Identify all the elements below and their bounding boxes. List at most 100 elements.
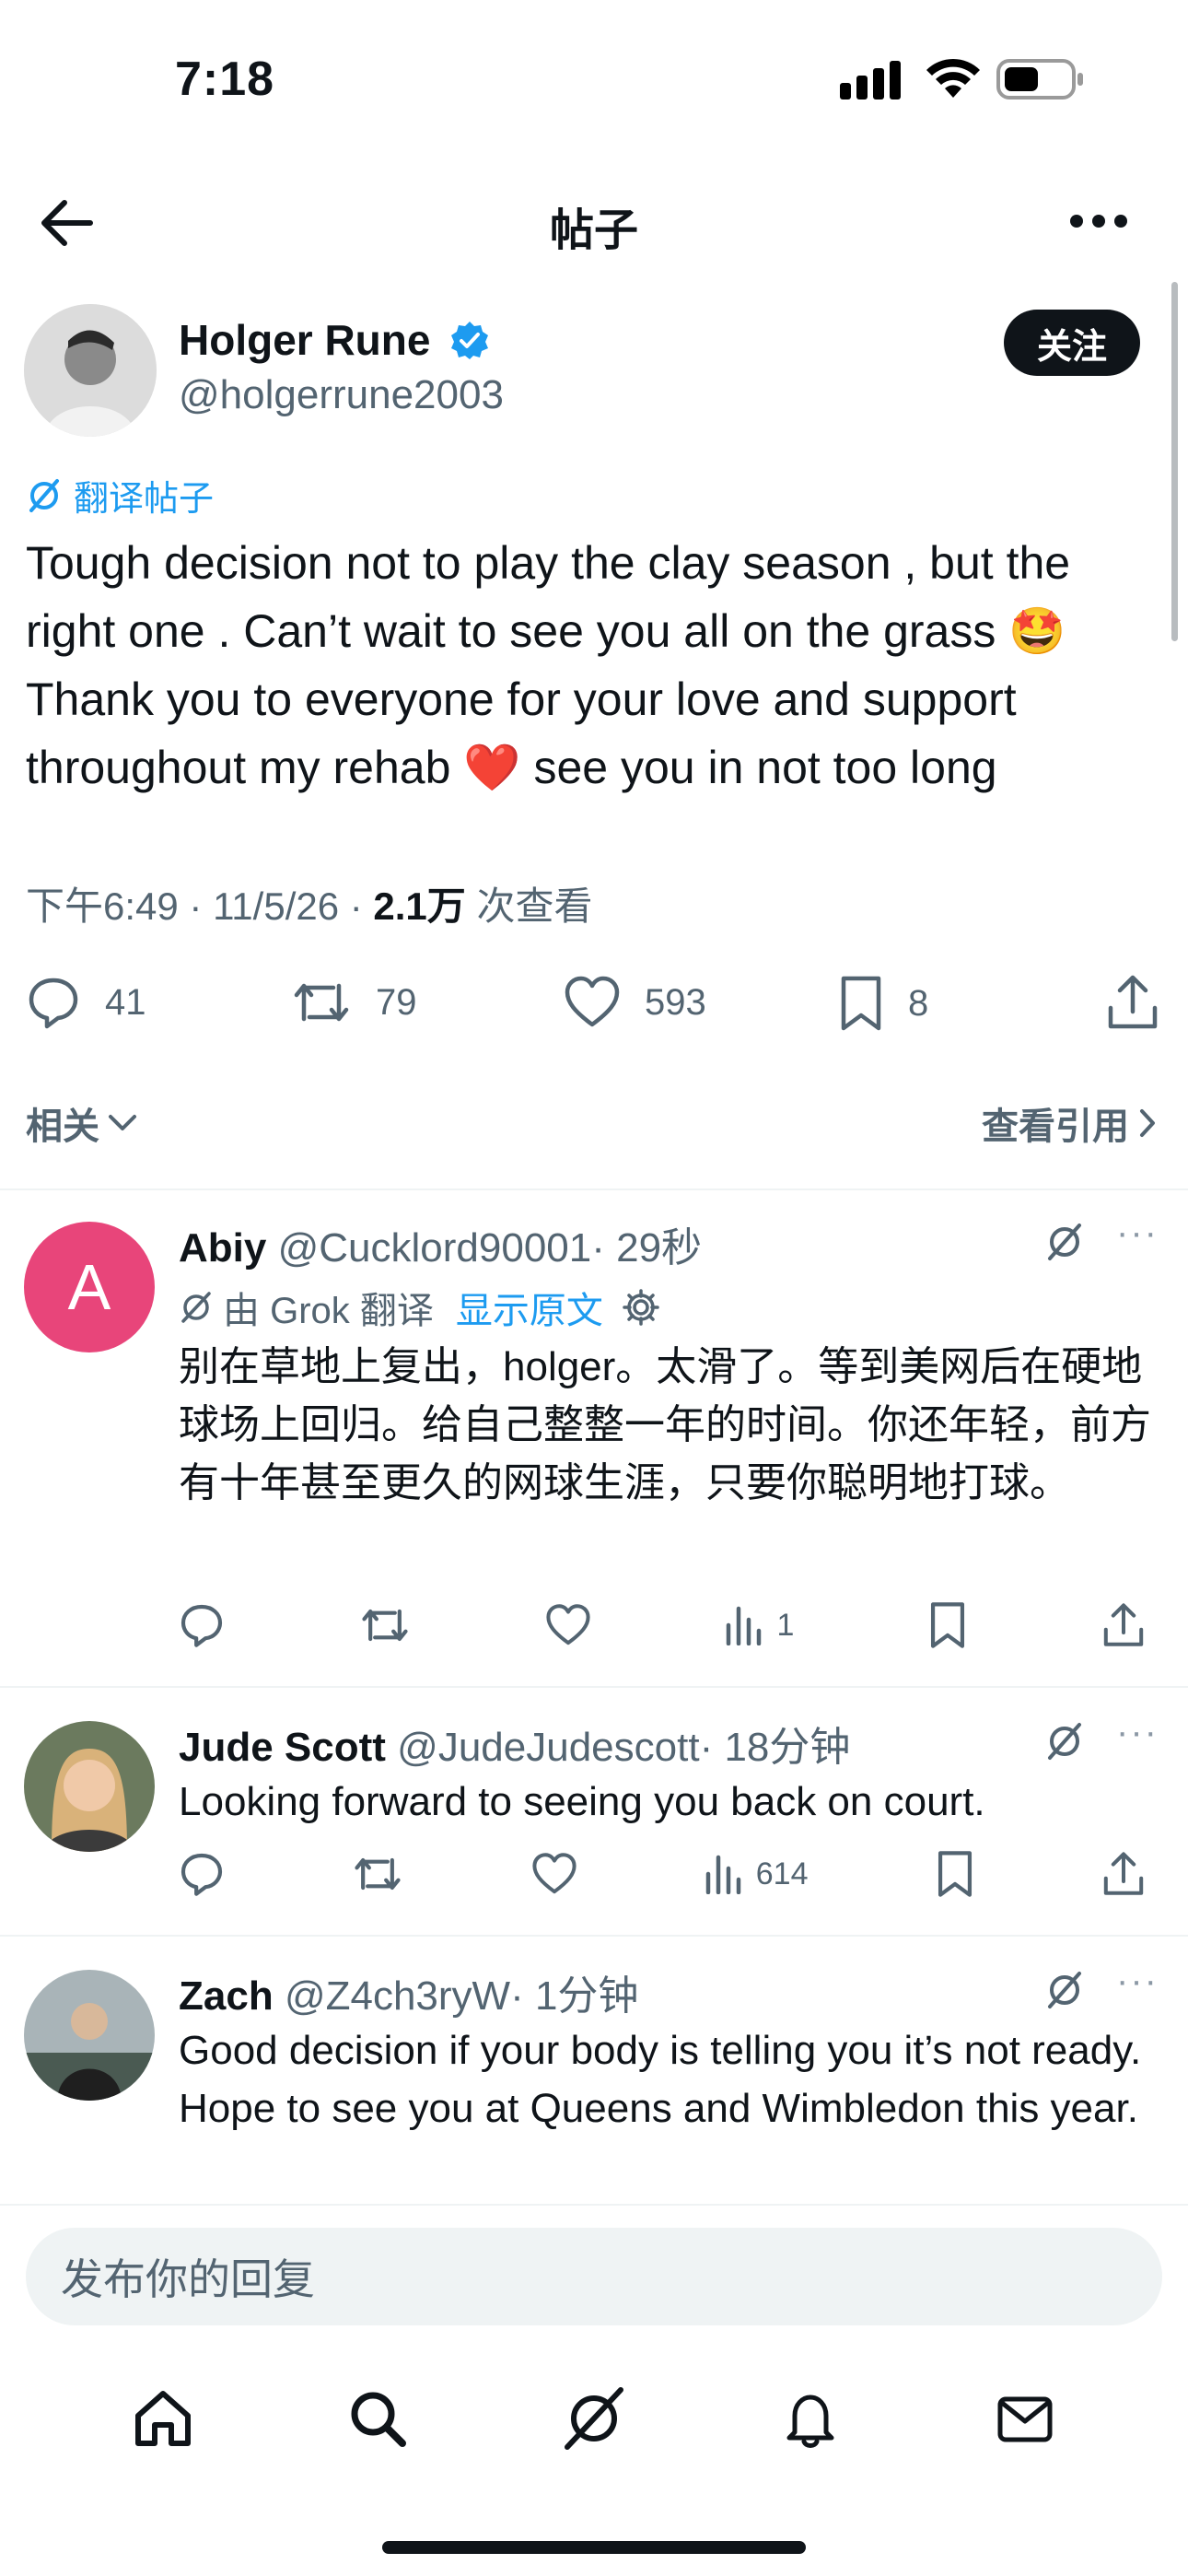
reply-header[interactable]: Jude Scott @JudeJudescott· 18分钟: [179, 1714, 850, 1773]
views-count: 614: [755, 1856, 809, 1891]
show-original-link[interactable]: 显示原文: [456, 1281, 603, 1334]
home-icon[interactable]: [131, 2386, 195, 2451]
heart-icon[interactable]: [531, 1852, 577, 1896]
repost-icon: [291, 975, 352, 1030]
reply-composer-input[interactable]: 发布你的回复: [26, 2228, 1162, 2325]
share-icon[interactable]: [1101, 1601, 1146, 1649]
post-views: 2.1万: [373, 884, 466, 928]
repost-icon[interactable]: [359, 1602, 411, 1648]
chevron-down-icon: [107, 1113, 138, 1133]
bookmark-icon[interactable]: [936, 1850, 974, 1898]
bottom-tab-bar: [0, 2377, 1188, 2460]
grok-icon[interactable]: [1044, 1970, 1085, 2010]
post-text: Tough decision not to play the clay seas…: [26, 537, 1071, 793]
grok-icon[interactable]: [1044, 1721, 1085, 1762]
reply-composer-placeholder[interactable]: 发布你的回复: [61, 2246, 315, 2307]
heart-icon[interactable]: [545, 1603, 591, 1647]
avatar-letter: A: [67, 1251, 111, 1323]
reply-author-handle[interactable]: @Cucklord90001: [278, 1225, 592, 1270]
reply-count: 41: [105, 981, 146, 1023]
translate-post-label[interactable]: 翻译帖子: [74, 470, 214, 521]
more-options-icon[interactable]: ···: [1116, 1212, 1159, 1254]
reply-header[interactable]: Abiy @Cucklord90001· 29秒: [179, 1214, 702, 1273]
reply-author-handle[interactable]: @JudeJudescott: [397, 1725, 699, 1770]
like-count: 593: [645, 981, 706, 1023]
views-chart-icon: [725, 1605, 763, 1645]
verified-badge-icon: [449, 320, 490, 360]
page-title: 帖子: [549, 206, 638, 255]
reply-author-name[interactable]: Abiy: [179, 1225, 266, 1270]
more-options-icon[interactable]: [1068, 212, 1129, 230]
view-quotes-link[interactable]: 查看引用: [982, 1096, 1157, 1150]
search-icon[interactable]: [345, 2386, 410, 2451]
reply-text: Looking forward to seeing you back on co…: [179, 1779, 985, 1824]
reply-text: 别在草地上复出，holger。太滑了。等到美网后在硬地球场上回归。给自己整整一年…: [179, 1344, 1151, 1505]
views-action[interactable]: 614: [705, 1854, 809, 1894]
post-time: 下午6:49 · 11/5/26 ·: [26, 884, 374, 928]
reply-icon[interactable]: [179, 1851, 225, 1897]
grok-icon[interactable]: [1044, 1222, 1085, 1262]
reply-icon[interactable]: [179, 1602, 225, 1648]
reply-avatar[interactable]: [24, 1970, 155, 2101]
wifi-icon: [925, 57, 982, 100]
views-count: 1: [776, 1607, 795, 1643]
bookmark-icon: [838, 975, 884, 1032]
views-chart-icon: [705, 1854, 743, 1894]
status-time: 7:18: [175, 53, 275, 106]
notifications-bell-icon[interactable]: [778, 2386, 843, 2451]
reply-time: · 29秒: [591, 1225, 703, 1270]
divider: [0, 1686, 1188, 1688]
translate-post-link[interactable]: 翻译帖子: [26, 470, 214, 521]
views-action[interactable]: 1: [725, 1605, 794, 1645]
repost-action[interactable]: 79: [291, 975, 417, 1030]
reply-header[interactable]: Zach @Z4ch3ryW· 1分钟: [179, 1962, 638, 2021]
reply-time: · 18分钟: [699, 1725, 851, 1770]
messages-mail-icon[interactable]: [993, 2386, 1057, 2451]
like-action[interactable]: 593: [564, 975, 706, 1030]
heart-icon: [564, 975, 621, 1030]
author-name-text[interactable]: Holger Rune: [179, 316, 430, 364]
grok-icon: [26, 477, 63, 514]
reply-author-name[interactable]: Zach: [179, 1973, 274, 2019]
related-label[interactable]: 相关: [26, 1096, 99, 1150]
related-dropdown[interactable]: 相关: [26, 1096, 138, 1150]
home-indicator[interactable]: [382, 2541, 806, 2554]
more-options-icon[interactable]: ···: [1116, 1712, 1159, 1753]
reply-avatar[interactable]: [24, 1721, 155, 1852]
share-icon[interactable]: [1101, 1850, 1146, 1898]
signal-icon: [840, 61, 904, 101]
gear-icon[interactable]: [622, 1288, 660, 1327]
reply-author-handle[interactable]: @Z4ch3ryW: [285, 1973, 510, 2019]
grok-translation-row: 由 Grok 翻译 显示原文: [179, 1281, 660, 1334]
grok-icon: [179, 1290, 214, 1325]
reply-author-name[interactable]: Jude Scott: [179, 1725, 386, 1770]
battery-icon: [996, 57, 1085, 101]
reply-time: · 1分钟: [510, 1973, 639, 2019]
author-avatar[interactable]: [24, 304, 157, 437]
author-handle[interactable]: @holgerrune2003: [179, 372, 504, 418]
author-name[interactable]: Holger Rune: [179, 315, 490, 365]
reply-actions: 614: [179, 1850, 1146, 1898]
share-icon[interactable]: [1105, 973, 1160, 1032]
repost-icon[interactable]: [352, 1851, 403, 1897]
reply-text: Good decision if your body is telling yo…: [179, 2028, 1142, 2131]
bookmark-count: 8: [908, 982, 929, 1024]
more-options-icon[interactable]: ···: [1116, 1961, 1159, 2002]
divider: [0, 2204, 1188, 2206]
repost-count: 79: [376, 981, 417, 1023]
grok-icon[interactable]: [560, 2384, 628, 2453]
grok-translated-label: 由 Grok 翻译: [223, 1291, 434, 1331]
reply-icon: [26, 975, 81, 1030]
reply-avatar[interactable]: A: [24, 1222, 155, 1352]
post-meta: 下午6:49 · 11/5/26 · 2.1万 次查看: [26, 875, 592, 931]
divider: [0, 1935, 1188, 1937]
divider: [0, 1188, 1188, 1190]
follow-button[interactable]: 关注: [1004, 310, 1140, 376]
bookmark-action[interactable]: 8: [838, 975, 928, 1032]
reply-actions: 1: [179, 1601, 1146, 1649]
post-views-suffix: 次查看: [465, 884, 593, 928]
reply-action[interactable]: 41: [26, 975, 146, 1030]
bookmark-icon[interactable]: [928, 1601, 967, 1649]
chevron-right-icon: [1138, 1107, 1157, 1139]
view-quotes-label[interactable]: 查看引用: [982, 1096, 1129, 1150]
